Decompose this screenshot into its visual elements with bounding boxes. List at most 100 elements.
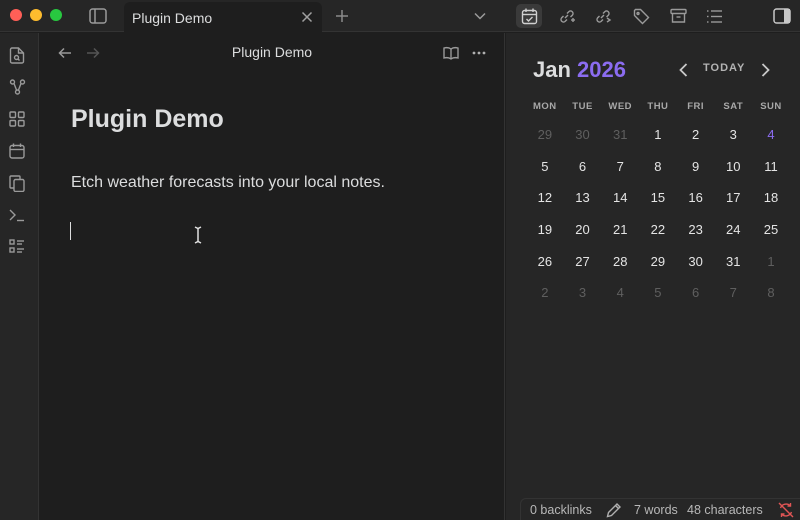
minimize-window-button[interactable]: [30, 9, 42, 21]
sidebar-left-icon[interactable]: [85, 4, 111, 28]
tag-icon[interactable]: [628, 4, 654, 28]
ibeam-cursor-icon: [194, 226, 202, 244]
calendar-day[interactable]: 29: [639, 254, 677, 269]
calendar-day[interactable]: 22: [639, 222, 677, 237]
right-sidebar: Jan 2026 TODAY MON TUE WED THU FRI SAT S…: [506, 33, 800, 520]
calendar-year: 2026: [577, 57, 626, 82]
weekday-label: THU: [647, 101, 669, 112]
pencil-icon[interactable]: [606, 502, 622, 518]
calendar-day[interactable]: 12: [526, 190, 564, 205]
calendar-day[interactable]: 1: [752, 254, 790, 269]
calendar-day[interactable]: 27: [564, 254, 602, 269]
sidebar-right-icon[interactable]: [769, 4, 795, 28]
terminal-icon[interactable]: [5, 203, 29, 227]
tab-label: Plugin Demo: [132, 10, 213, 26]
calendar-day[interactable]: 6: [677, 285, 715, 300]
weekday-label: FRI: [687, 101, 704, 112]
left-ribbon: [0, 33, 39, 520]
calendar-day[interactable]: 31: [601, 127, 639, 142]
weekday-label: WED: [608, 101, 633, 112]
close-tab-icon[interactable]: [298, 8, 316, 26]
calendar-day[interactable]: 24: [714, 222, 752, 237]
calendar-day[interactable]: 20: [564, 222, 602, 237]
calendar-week-row: 26 27 28 29 30 31 1: [526, 245, 790, 277]
outline-icon[interactable]: [701, 4, 727, 28]
weekday-label: SUN: [760, 101, 782, 112]
tab-plugin-demo[interactable]: Plugin Demo: [124, 2, 322, 33]
calendar-day[interactable]: 11: [752, 159, 790, 174]
calendar-day[interactable]: 8: [752, 285, 790, 300]
calendar-week-row: 12 13 14 15 16 17 18: [526, 182, 790, 214]
calendar-icon[interactable]: [5, 139, 29, 163]
calendar-week-row: 2 3 4 5 6 7 8: [526, 277, 790, 309]
calendar-day[interactable]: 2: [526, 285, 564, 300]
calendar-day[interactable]: 1: [639, 127, 677, 142]
calendar-day[interactable]: 14: [601, 190, 639, 205]
chevron-down-icon[interactable]: [467, 4, 493, 28]
link-icon[interactable]: [554, 4, 580, 28]
calendar-day[interactable]: 29: [526, 127, 564, 142]
calendar-day[interactable]: 10: [714, 159, 752, 174]
calendar-day[interactable]: 9: [677, 159, 715, 174]
note-title[interactable]: Plugin Demo: [71, 105, 224, 134]
calendar-month: Jan: [533, 57, 571, 82]
weekday-label: SAT: [723, 101, 744, 112]
weekday-label: TUE: [572, 101, 593, 112]
file-search-icon[interactable]: [5, 43, 29, 67]
reading-view-icon[interactable]: [441, 43, 461, 63]
calendar-day[interactable]: 3: [714, 127, 752, 142]
calendar-week-row: 29 30 31 1 2 3 4: [526, 119, 790, 151]
calendar-check-icon[interactable]: [516, 4, 542, 28]
sync-off-icon[interactable]: [778, 502, 794, 518]
backlinks-count[interactable]: 0 backlinks: [530, 503, 592, 517]
text-caret: [70, 222, 71, 240]
graph-icon[interactable]: [5, 75, 29, 99]
calendar-day[interactable]: 30: [564, 127, 602, 142]
calendar-day[interactable]: 16: [677, 190, 715, 205]
calendar-day[interactable]: 4: [601, 285, 639, 300]
calendar-day[interactable]: 19: [526, 222, 564, 237]
canvas-icon[interactable]: [5, 107, 29, 131]
next-month-icon[interactable]: [757, 61, 773, 79]
today-button[interactable]: TODAY: [703, 62, 745, 74]
outgoing-link-icon[interactable]: [590, 4, 616, 28]
list-checks-icon[interactable]: [5, 235, 29, 259]
calendar-day[interactable]: 5: [526, 159, 564, 174]
calendar-day[interactable]: 5: [639, 285, 677, 300]
calendar-day[interactable]: 2: [677, 127, 715, 142]
calendar-day[interactable]: 18: [752, 190, 790, 205]
view-header-title[interactable]: Plugin Demo: [39, 44, 505, 60]
more-options-icon[interactable]: [469, 43, 489, 63]
copy-icon[interactable]: [5, 171, 29, 195]
calendar-grid: MON TUE WED THU FRI SAT SUN 29 30 31 1 2…: [526, 101, 790, 309]
calendar-day[interactable]: 31: [714, 254, 752, 269]
calendar-day[interactable]: 15: [639, 190, 677, 205]
calendar-week-row: 5 6 7 8 9 10 11: [526, 151, 790, 183]
calendar-day-today[interactable]: 4: [752, 127, 790, 142]
archive-icon[interactable]: [665, 4, 691, 28]
calendar-day[interactable]: 21: [601, 222, 639, 237]
calendar-day[interactable]: 25: [752, 222, 790, 237]
character-count: 48 characters: [687, 503, 763, 517]
status-bar: 0 backlinks 7 words 48 characters: [520, 498, 800, 520]
calendar-day[interactable]: 30: [677, 254, 715, 269]
calendar-day[interactable]: 3: [564, 285, 602, 300]
calendar-day[interactable]: 8: [639, 159, 677, 174]
calendar-day[interactable]: 6: [564, 159, 602, 174]
title-bar: Plugin Demo: [0, 0, 800, 33]
calendar-day[interactable]: 7: [714, 285, 752, 300]
calendar-day[interactable]: 28: [601, 254, 639, 269]
calendar-day[interactable]: 26: [526, 254, 564, 269]
previous-month-icon[interactable]: [675, 61, 691, 79]
calendar-day[interactable]: 23: [677, 222, 715, 237]
weekday-header-row: MON TUE WED THU FRI SAT SUN: [526, 101, 790, 115]
zoom-window-button[interactable]: [50, 9, 62, 21]
calendar-day[interactable]: 7: [601, 159, 639, 174]
editor-pane: Plugin Demo Plugin Demo Etch weather for…: [39, 33, 505, 520]
calendar-heading: Jan 2026: [533, 57, 626, 83]
close-window-button[interactable]: [10, 9, 22, 21]
note-body-text[interactable]: Etch weather forecasts into your local n…: [71, 174, 385, 192]
calendar-day[interactable]: 17: [714, 190, 752, 205]
calendar-day[interactable]: 13: [564, 190, 602, 205]
new-tab-icon[interactable]: [329, 4, 355, 28]
